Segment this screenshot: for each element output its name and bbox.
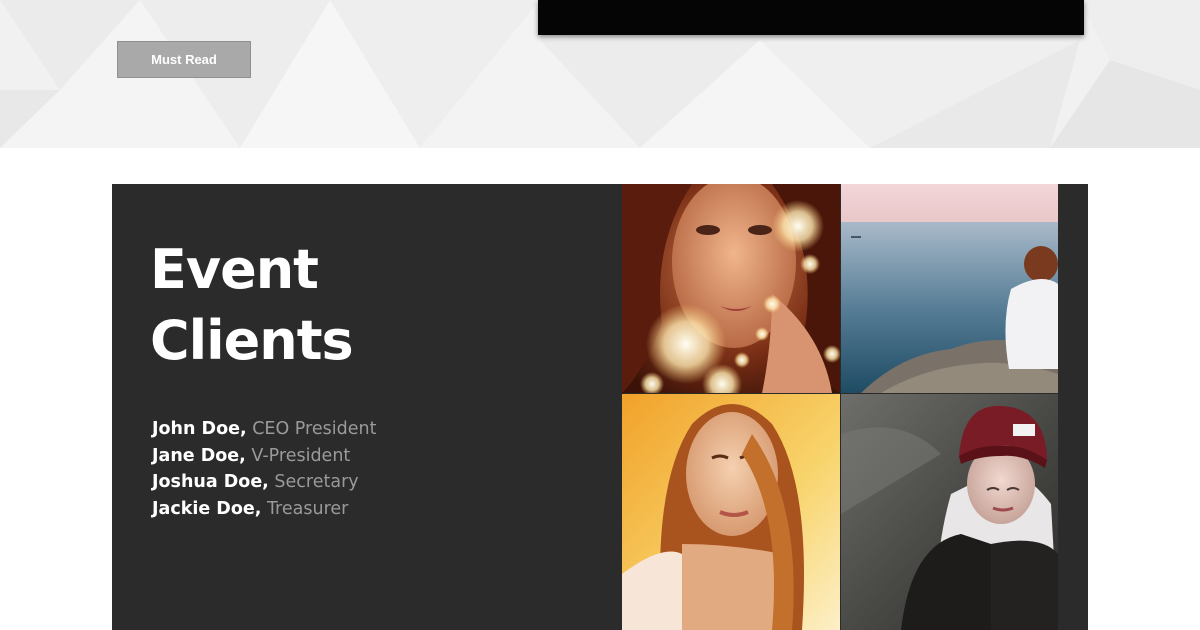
title-line-1: Event [150,238,319,301]
client-item: Jackie Doe, Treasurer [152,496,590,523]
portrait-golden-hair-photo [622,394,840,630]
client-name: Jane Doe, [152,445,246,466]
client-item: Joshua Doe, Secretary [152,469,590,496]
hero-section: Must Read [0,0,1200,148]
woman-in-beanie-photo [841,394,1058,630]
client-item: John Doe, CEO President [152,416,590,443]
clients-text-block: Event Clients John Doe, CEO President Ja… [150,234,590,522]
client-name: John Doe, [152,419,247,439]
section-title: Event Clients [150,234,590,376]
client-item: Jane Doe, V-President [152,443,590,470]
client-name: Jackie Doe, [152,498,262,519]
portrait-fairy-lights-photo [622,184,840,393]
page: Must Read Event Clients John Doe, CEO Pr… [0,0,1200,630]
must-read-button[interactable]: Must Read [117,41,251,78]
woman-by-sea-photo [841,184,1058,393]
client-role: Treasurer [266,498,349,519]
client-role: Secretary [274,472,359,492]
client-role: V-President [251,445,351,466]
video-frame[interactable] [538,0,1084,35]
client-role: CEO President [252,419,377,439]
client-name: Joshua Doe, [152,472,269,492]
clients-list: John Doe, CEO President Jane Doe, V-Pres… [152,416,590,522]
title-line-2: Clients [150,309,354,372]
event-clients-section: Event Clients John Doe, CEO President Ja… [112,184,1088,630]
